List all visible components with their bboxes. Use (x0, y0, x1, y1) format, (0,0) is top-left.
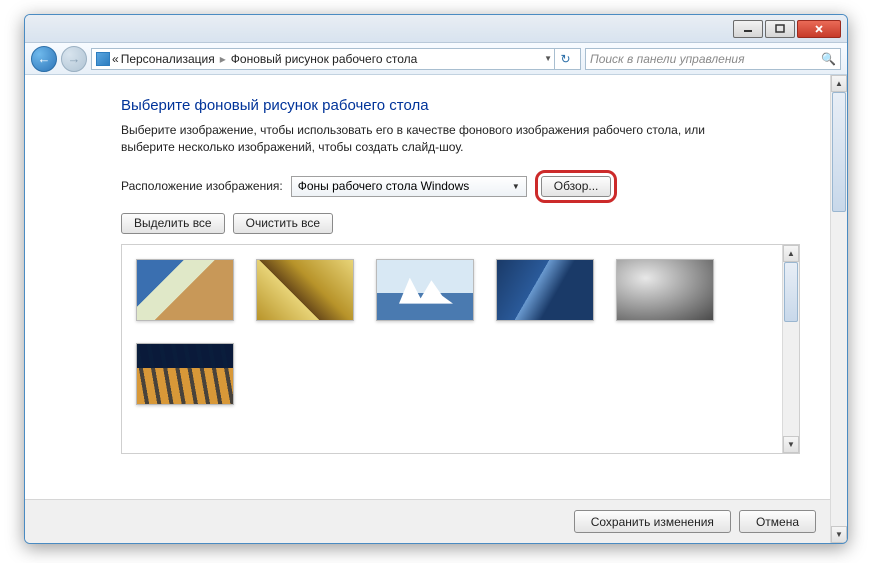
thumbnails-list (122, 245, 782, 453)
select-all-button[interactable]: Выделить все (121, 213, 225, 234)
location-dropdown[interactable]: Фоны рабочего стола Windows ▼ (291, 176, 527, 197)
wallpaper-thumbnail[interactable] (256, 259, 354, 321)
breadcrumb-laquo: « (112, 52, 119, 66)
close-button[interactable] (797, 20, 841, 38)
page-subtext: Выберите изображение, чтобы использовать… (121, 122, 761, 156)
wallpaper-thumbnail[interactable] (136, 343, 234, 405)
maximize-button[interactable] (765, 20, 795, 38)
titlebar[interactable] (25, 15, 847, 43)
search-placeholder: Поиск в панели управления (590, 52, 745, 66)
back-button[interactable]: ← (31, 46, 57, 72)
content-area: Выберите фоновый рисунок рабочего стола … (25, 75, 830, 543)
clear-all-button[interactable]: Очистить все (233, 213, 333, 234)
highlight-ring: Обзор... (535, 170, 618, 203)
chevron-down-icon: ▼ (512, 182, 520, 191)
wallpaper-thumbnail[interactable] (616, 259, 714, 321)
scroll-up-icon[interactable]: ▲ (783, 245, 799, 262)
arrow-left-icon: ← (38, 51, 51, 66)
window-frame: ← → « Персонализация ▸ Фоновый рисунок р… (24, 14, 848, 544)
minimize-button[interactable] (733, 20, 763, 38)
breadcrumb-seg-1[interactable]: Персонализация (121, 52, 215, 66)
scroll-down-icon[interactable]: ▼ (831, 526, 847, 543)
location-label: Расположение изображения: (121, 179, 283, 193)
arrow-right-icon: → (68, 51, 81, 66)
wallpaper-thumbnail[interactable] (376, 259, 474, 321)
scroll-down-icon[interactable]: ▼ (783, 436, 799, 453)
footer-bar: Сохранить изменения Отмена (25, 499, 830, 543)
location-row: Расположение изображения: Фоны рабочего … (121, 170, 800, 203)
address-bar[interactable]: « Персонализация ▸ Фоновый рисунок рабоч… (91, 48, 581, 70)
scrollbar-thumb[interactable] (832, 92, 846, 212)
refresh-button[interactable]: ↻ (554, 48, 576, 70)
main-scrollbar[interactable]: ▲ ▼ (830, 75, 847, 543)
control-panel-icon (96, 52, 110, 66)
wallpaper-thumbnail[interactable] (136, 259, 234, 321)
address-dropdown-icon[interactable]: ▼ (540, 54, 552, 63)
scroll-up-icon[interactable]: ▲ (831, 75, 847, 92)
breadcrumb-seg-2[interactable]: Фоновый рисунок рабочего стола (231, 52, 418, 66)
search-input[interactable]: Поиск в панели управления 🔍 (585, 48, 841, 70)
cancel-button[interactable]: Отмена (739, 510, 816, 533)
search-icon: 🔍 (821, 52, 836, 66)
content-wrap: Выберите фоновый рисунок рабочего стола … (25, 75, 847, 543)
page-title: Выберите фоновый рисунок рабочего стола (121, 97, 800, 114)
save-button[interactable]: Сохранить изменения (574, 510, 731, 533)
navigation-bar: ← → « Персонализация ▸ Фоновый рисунок р… (25, 43, 847, 75)
forward-button[interactable]: → (61, 46, 87, 72)
thumbnails-panel: ▲ ▼ (121, 244, 800, 454)
select-buttons-row: Выделить все Очистить все (121, 213, 800, 234)
wallpaper-thumbnail[interactable] (496, 259, 594, 321)
breadcrumb-sep-icon: ▸ (217, 52, 229, 66)
scrollbar-thumb[interactable] (784, 262, 798, 322)
dropdown-value: Фоны рабочего стола Windows (298, 179, 470, 193)
browse-button[interactable]: Обзор... (541, 176, 612, 197)
thumbnails-scrollbar[interactable]: ▲ ▼ (782, 245, 799, 453)
